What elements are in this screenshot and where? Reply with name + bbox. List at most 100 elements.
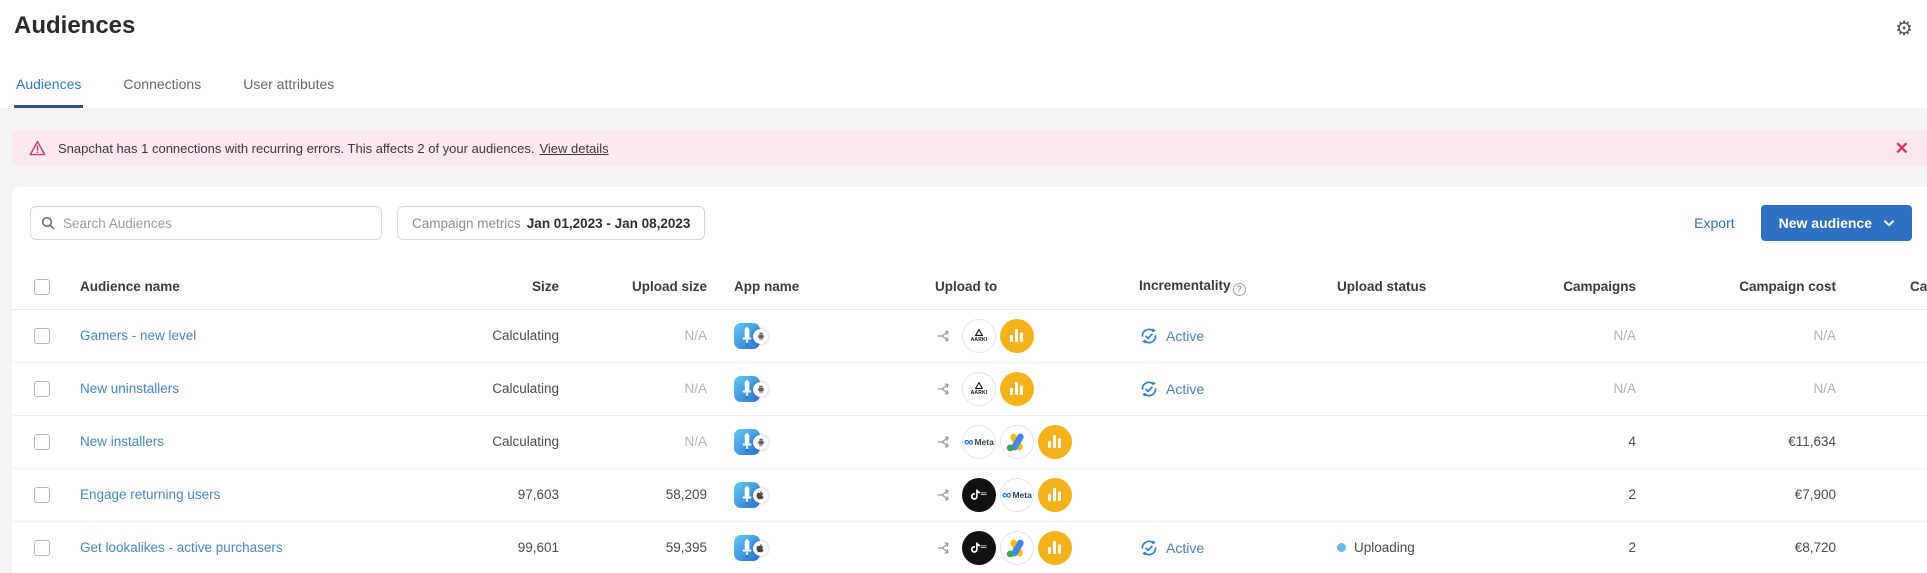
size-value: Calculating bbox=[468, 415, 563, 468]
error-banner: Snapchat has 1 connections with recurrin… bbox=[12, 130, 1927, 166]
uploading-dot-icon bbox=[1337, 543, 1346, 552]
aarki-icon: AARKI bbox=[962, 372, 996, 406]
audience-name-link[interactable]: Get lookalikes - active purchasers bbox=[80, 540, 283, 555]
upload-size-value: N/A bbox=[563, 309, 711, 362]
incrementality-status bbox=[1125, 468, 1325, 521]
sync-active-icon bbox=[1139, 538, 1159, 558]
tiktok-icon bbox=[962, 531, 996, 565]
upload-spread-icon bbox=[935, 434, 951, 450]
incrementality-status: Active bbox=[1166, 540, 1204, 556]
search-icon bbox=[41, 216, 55, 230]
campaign-cost-value: N/A bbox=[1640, 362, 1840, 415]
aarki-icon: AARKI bbox=[962, 319, 996, 353]
tab-bar: Audiences Connections User attributes bbox=[14, 76, 336, 108]
row-checkbox[interactable] bbox=[34, 381, 50, 397]
incrementality-status bbox=[1125, 415, 1325, 468]
sync-active-icon bbox=[1139, 379, 1159, 399]
android-icon bbox=[753, 382, 768, 397]
upload-status-value bbox=[1325, 415, 1545, 468]
campaign-cost-value: N/A bbox=[1640, 309, 1840, 362]
table-row: Gamers - new level Calculating N/A AARKI bbox=[12, 309, 1927, 362]
campaigns-value: N/A bbox=[1545, 309, 1640, 362]
app-icon bbox=[734, 323, 760, 349]
header-app-name: App name bbox=[711, 265, 925, 309]
select-all-checkbox[interactable] bbox=[34, 279, 50, 295]
upload-status-value bbox=[1325, 362, 1545, 415]
app-icon bbox=[734, 535, 760, 561]
view-details-link[interactable]: View details bbox=[539, 141, 608, 156]
campaign-metrics-daterange[interactable]: Campaign metrics Jan 01,2023 - Jan 08,20… bbox=[397, 206, 705, 240]
campaigns-value: 2 bbox=[1545, 521, 1640, 573]
size-value: 97,603 bbox=[468, 468, 563, 521]
bar-chart-icon bbox=[1000, 372, 1034, 406]
bar-chart-icon bbox=[1038, 425, 1072, 459]
upload-size-value: 58,209 bbox=[563, 468, 711, 521]
help-icon[interactable]: ? bbox=[1233, 283, 1246, 296]
header-incrementality: Incrementality? bbox=[1125, 265, 1325, 309]
upload-size-value: N/A bbox=[563, 415, 711, 468]
app-icon bbox=[734, 376, 760, 402]
meta-icon: ∞Meta bbox=[1000, 478, 1034, 512]
upload-spread-icon bbox=[935, 381, 951, 397]
audiences-card: Campaign metrics Jan 01,2023 - Jan 08,20… bbox=[12, 187, 1927, 573]
upload-spread-icon bbox=[935, 487, 951, 503]
header-audience-name: Audience name bbox=[68, 265, 468, 309]
android-icon bbox=[753, 329, 768, 344]
size-value: Calculating bbox=[468, 309, 563, 362]
tab-audiences[interactable]: Audiences bbox=[14, 76, 83, 108]
bar-chart-icon bbox=[1038, 478, 1072, 512]
upload-status-value bbox=[1325, 468, 1545, 521]
incrementality-label: Incrementality bbox=[1139, 278, 1231, 293]
table-row: New installers Calculating N/A ∞Meta bbox=[12, 415, 1927, 468]
banner-message: Snapchat has 1 connections with recurrin… bbox=[58, 141, 534, 156]
meta-label: Meta bbox=[1012, 490, 1031, 500]
sync-active-icon bbox=[1139, 326, 1159, 346]
campaigns-value: 4 bbox=[1545, 415, 1640, 468]
app-icon bbox=[734, 482, 760, 508]
tab-connections[interactable]: Connections bbox=[121, 76, 203, 108]
table-row: New uninstallers Calculating N/A AARKI bbox=[12, 362, 1927, 415]
table-row: Engage returning users 97,603 58,209 ∞Me… bbox=[12, 468, 1927, 521]
meta-icon: ∞Meta bbox=[962, 425, 996, 459]
size-value: Calculating bbox=[468, 362, 563, 415]
bar-chart-icon bbox=[1038, 531, 1072, 565]
row-checkbox[interactable] bbox=[34, 328, 50, 344]
campaign-cost-value: €7,900 bbox=[1640, 468, 1840, 521]
tab-user-attributes[interactable]: User attributes bbox=[241, 76, 336, 108]
row-checkbox[interactable] bbox=[34, 487, 50, 503]
export-button[interactable]: Export bbox=[1694, 215, 1734, 231]
tiktok-icon bbox=[962, 478, 996, 512]
gear-icon[interactable]: ⚙ bbox=[1895, 16, 1913, 41]
upload-size-value: N/A bbox=[563, 362, 711, 415]
page-header: Audiences ⚙ Audiences Connections User a… bbox=[0, 0, 1927, 108]
row-checkbox[interactable] bbox=[34, 434, 50, 450]
header-truncated-column: Ca bbox=[1840, 265, 1927, 309]
table-header-row: Audience name Size Upload size App name … bbox=[12, 265, 1927, 309]
search-input[interactable] bbox=[63, 216, 371, 231]
row-checkbox[interactable] bbox=[34, 540, 50, 556]
audience-name-link[interactable]: Gamers - new level bbox=[80, 328, 196, 343]
upload-spread-icon bbox=[935, 540, 951, 556]
incrementality-status: Active bbox=[1166, 328, 1204, 344]
metrics-value: Jan 01,2023 - Jan 08,2023 bbox=[527, 216, 691, 231]
close-icon[interactable]: ✕ bbox=[1895, 140, 1909, 157]
audiences-table: Audience name Size Upload size App name … bbox=[12, 265, 1927, 573]
new-audience-label: New audience bbox=[1779, 215, 1872, 231]
google-ads-icon bbox=[1000, 425, 1034, 459]
campaign-cost-value: €8,720 bbox=[1640, 521, 1840, 573]
apple-icon bbox=[753, 488, 768, 503]
upload-status-value bbox=[1325, 309, 1545, 362]
audience-name-link[interactable]: New installers bbox=[80, 434, 164, 449]
new-audience-button[interactable]: New audience bbox=[1761, 205, 1912, 241]
incrementality-status: Active bbox=[1166, 381, 1204, 397]
chevron-down-icon bbox=[1884, 220, 1894, 227]
google-ads-icon bbox=[1000, 531, 1034, 565]
audience-name-link[interactable]: Engage returning users bbox=[80, 487, 220, 502]
metrics-label: Campaign metrics bbox=[412, 216, 521, 231]
table-row: Get lookalikes - active purchasers 99,60… bbox=[12, 521, 1927, 573]
campaigns-value: 2 bbox=[1545, 468, 1640, 521]
audience-name-link[interactable]: New uninstallers bbox=[80, 381, 179, 396]
aarki-label: AARKI bbox=[971, 337, 988, 343]
app-icon bbox=[734, 429, 760, 455]
toolbar: Campaign metrics Jan 01,2023 - Jan 08,20… bbox=[12, 187, 1927, 241]
